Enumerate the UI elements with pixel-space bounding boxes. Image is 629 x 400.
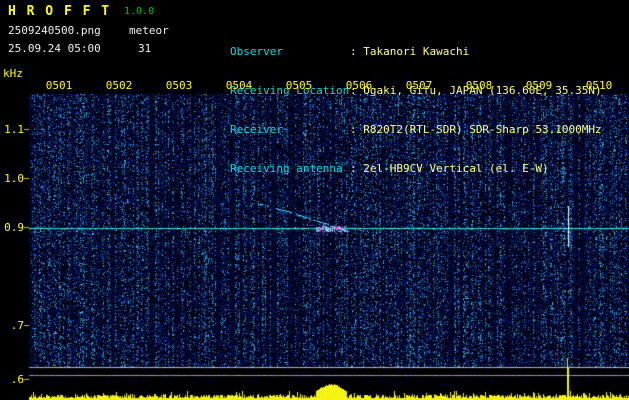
info-row-observer: Observer : Takanori Kawachi — [177, 32, 602, 58]
freq-label: 0.9 — [4, 221, 24, 234]
freq-label: 1.0 — [4, 172, 24, 185]
mode-label: meteor — [129, 24, 169, 37]
info-value: : 2el-HB9CV Vertical (el. E-W) — [349, 162, 549, 175]
station-info: Observer: Takanori Kawachi Receiving Loc… — [177, 6, 602, 188]
time-label: 0506 — [345, 79, 373, 92]
time-label: 0510 — [585, 79, 613, 92]
time-label: 0501 — [45, 79, 73, 92]
time-label: 0502 — [105, 79, 133, 92]
freq-label: .6 — [10, 373, 24, 386]
info-label: Receiving antenna — [229, 162, 343, 175]
info-value: : Takanori Kawachi — [349, 45, 470, 58]
time-label: 0507 — [405, 79, 433, 92]
freq-label: .7 — [10, 319, 24, 332]
info-row-receiver: Receiver : R820T2(RTL-SDR) SDR-Sharp 53.1… — [177, 110, 602, 136]
app-version: 1.0.0 — [124, 6, 155, 17]
info-row-antenna: Receiving antenna : 2el-HB9CV Vertical (e… — [177, 149, 602, 175]
time-label: 0504 — [225, 79, 253, 92]
info-label: Receiver — [229, 123, 283, 136]
app-title: H R O F F T — [8, 4, 111, 19]
info-value: : R820T2(RTL-SDR) SDR-Sharp 53.1000MHz — [349, 123, 602, 136]
time-label: 0503 — [165, 79, 193, 92]
freq-label: 1.1 — [4, 123, 24, 136]
observation-datetime: 25.09.24 05:00 — [8, 42, 101, 55]
info-label: Observer — [229, 45, 283, 58]
output-filename: 2509240500.png — [8, 24, 101, 37]
freq-unit-label: kHz — [3, 67, 23, 80]
echo-count: 31 — [138, 42, 152, 55]
header: H R O F F T 1.0.0 2509240500.png meteor … — [0, 0, 629, 175]
time-label: 0505 — [285, 79, 313, 92]
hrofft-window: H R O F F T 1.0.0 2509240500.png meteor … — [0, 0, 629, 400]
time-label: 0509 — [525, 79, 553, 92]
time-label: 0508 — [465, 79, 493, 92]
